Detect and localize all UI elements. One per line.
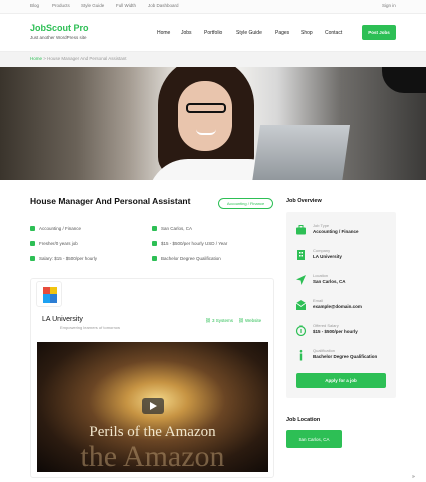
overview-job-type-label: Job Type [313,223,330,228]
job-title: House Manager And Personal Assistant [30,196,191,206]
overview-email-value[interactable]: example@domain.com [313,304,362,309]
overview-company-label: Company [313,248,331,253]
hero-person-face [178,81,232,151]
overview-location-label: Location [313,273,329,278]
breadcrumb-current: House Manager And Personal Assistant [47,56,127,61]
meta-location: San Carlos, CA [152,226,192,231]
breadcrumb-bar: Home > House Manager And Personal Assist… [0,52,426,67]
site-tagline: Just another WordPress site [30,35,87,40]
play-button-icon[interactable] [142,398,164,414]
graduation-cap-icon [152,256,157,261]
nav-home[interactable]: Home [157,30,170,36]
briefcase-icon [296,225,306,235]
nav-jobs[interactable]: Jobs [181,30,192,36]
video-title-line-1: Perils of the Amazon [89,424,216,440]
company-subtitle: Empowering learners of tomorrow [60,325,121,330]
job-location-title: Job Location [286,417,321,423]
meta-salary-text: Salary: $15 - $500/per hourly [39,256,98,261]
nav-pages[interactable]: Pages [275,30,289,36]
company-logo [36,281,62,307]
nav-style-guide[interactable]: Style Guide [236,30,262,36]
topbar-link-job-dashboard[interactable]: Job Dashboard [148,3,179,8]
company-website-link[interactable]: ⛓ Website [238,318,261,324]
company-name: LA University [42,316,83,323]
meta-salary-range: $15 - $500/per hourly USD / Year [152,241,227,246]
overview-salary-label: Offered Salary [313,323,339,328]
top-utility-bar: Blog Products Style Guide Full Width Job… [0,0,426,14]
topbar-link-style-guide[interactable]: Style Guide [81,3,104,8]
job-location-button[interactable]: San Carlos, CA [286,430,342,448]
overview-job-type-value: Accounting / Finance [313,229,359,234]
lamp-shape [382,67,426,93]
category-badge[interactable]: Accounting / Finance [218,198,273,209]
post-jobs-button[interactable]: Post Jobs [362,25,396,40]
building-icon [297,250,305,260]
topbar-link-products[interactable]: Products [52,3,70,8]
meta-salary: Salary: $15 - $500/per hourly [30,256,97,261]
clock-icon [30,241,35,246]
nav-shop[interactable]: Shop [301,30,313,36]
meta-category-text: Accounting / Finance [39,226,82,231]
topbar-link-full-width[interactable]: Full Width [116,3,136,8]
signin-link[interactable]: Sign in [382,3,396,8]
hero-person-smile [196,129,216,135]
meta-experience: Fresher/0 years job [30,241,78,246]
link-icon: ⛓ [205,318,212,323]
hero-image [0,67,426,180]
hero-laptop [251,125,351,180]
overview-email-label: Email [313,298,324,303]
nav-contact[interactable]: Contact [325,30,342,36]
company-website-label: Website [244,318,262,323]
meta-qualification-text: Bachelor Degree Qualification [161,256,221,261]
link-icon: ⛓ [238,318,245,323]
logo-blue-block [43,294,50,303]
map-marker-icon [152,226,157,231]
info-icon [299,349,303,361]
money-bag-icon [295,325,307,336]
meta-location-text: San Carlos, CA [161,226,193,231]
meta-salary-range-text: $15 - $500/per hourly USD / Year [161,241,228,246]
location-arrow-icon [296,275,306,285]
wallet-icon [30,256,35,261]
logo-red-block [43,287,50,294]
envelope-icon [295,300,307,310]
logo-darkblue-block [50,294,57,303]
site-logo[interactable]: JobScout Pro [30,23,89,33]
meta-qualification: Bachelor Degree Qualification [152,256,221,261]
overview-company-value: LA University [313,254,342,259]
hero-person-glasses [186,103,226,113]
meta-category: Accounting / Finance [30,226,81,231]
apply-for-job-button[interactable]: Apply for a job [296,373,386,388]
meta-experience-text: Fresher/0 years job [39,241,78,246]
job-overview-title: Job Overview [286,198,322,204]
overview-qualification-label: Qualification [313,348,336,353]
breadcrumb-home-link[interactable]: Home [30,56,42,61]
overview-salary-value: $15 - $500/per hourly [313,329,358,334]
money-icon [152,241,157,246]
video-player[interactable]: Perils of the Amazon the Amazon [37,342,268,472]
folder-icon [30,226,35,231]
company-systems-label: 3 Systems [211,318,233,323]
breadcrumb: Home > House Manager And Personal Assist… [30,56,126,61]
nav-portfolio[interactable]: Portfolio [204,30,222,36]
overview-qualification-value: Bachelor Degree Qualification [313,354,378,359]
logo-yellow-block [50,287,57,294]
topbar-link-blog[interactable]: Blog [30,3,39,8]
video-title-line-2: the Amazon [80,440,225,472]
company-systems-link[interactable]: ⛓ 3 Systems [205,318,233,324]
site-header: JobScout Pro Just another WordPress site… [0,14,426,52]
scroll-to-top-icon[interactable]: » [412,474,415,480]
overview-location-value: San Carlos, CA [313,279,346,284]
